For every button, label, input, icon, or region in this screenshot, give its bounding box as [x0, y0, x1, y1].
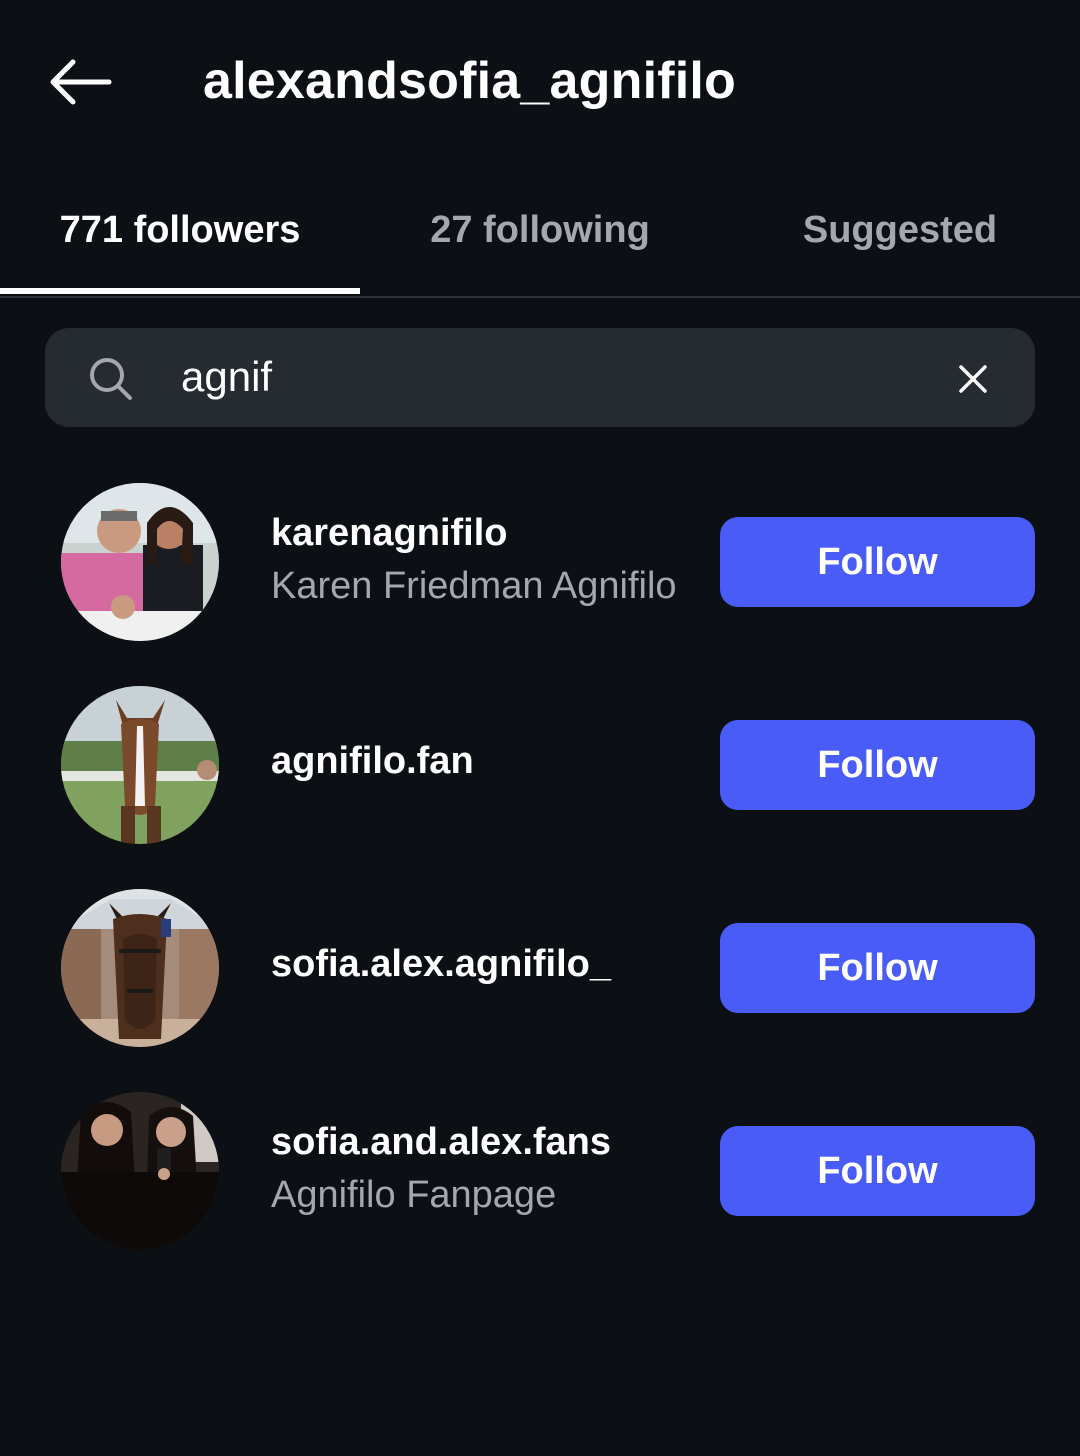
tab-following[interactable]: 27 following: [360, 204, 720, 256]
arrow-left-icon: [50, 59, 112, 105]
tab-suggested[interactable]: Suggested: [720, 204, 1080, 256]
back-button[interactable]: [40, 50, 120, 114]
page-title: alexandsofia_agnifilo: [203, 52, 737, 110]
list-item: agnifilo.fan Follow: [0, 676, 1080, 856]
list-item: karenagnifilo Karen Friedman Agnifilo Fo…: [0, 473, 1080, 653]
close-icon: [959, 365, 987, 393]
list-item: sofia.and.alex.fans Agnifilo Fanpage Fol…: [0, 1082, 1080, 1262]
follow-button[interactable]: Follow: [720, 1126, 1035, 1216]
active-tab-indicator: [0, 288, 360, 294]
avatar[interactable]: [61, 1092, 219, 1250]
top-bar: alexandsofia_agnifilo: [0, 0, 1080, 160]
username[interactable]: sofia.and.alex.fans: [271, 1117, 611, 1167]
username[interactable]: karenagnifilo: [271, 508, 508, 558]
full-name: Karen Friedman Agnifilo: [271, 565, 677, 607]
full-name: Agnifilo Fanpage: [271, 1174, 557, 1216]
avatar[interactable]: [61, 483, 219, 641]
list-item: sofia.alex.agnifilo_ Follow: [0, 879, 1080, 1059]
avatar[interactable]: [61, 889, 219, 1047]
search-icon: [90, 358, 132, 400]
clear-search-button[interactable]: [946, 352, 1000, 406]
follow-button[interactable]: Follow: [720, 720, 1035, 810]
tab-bar: 771 followers 27 following Suggested: [0, 190, 1080, 298]
username[interactable]: agnifilo.fan: [271, 736, 474, 786]
tab-followers[interactable]: 771 followers: [0, 204, 360, 256]
search-input[interactable]: [181, 345, 881, 409]
follow-button[interactable]: Follow: [720, 923, 1035, 1013]
username[interactable]: sofia.alex.agnifilo_: [271, 939, 611, 989]
avatar[interactable]: [61, 686, 219, 844]
follow-button[interactable]: Follow: [720, 517, 1035, 607]
